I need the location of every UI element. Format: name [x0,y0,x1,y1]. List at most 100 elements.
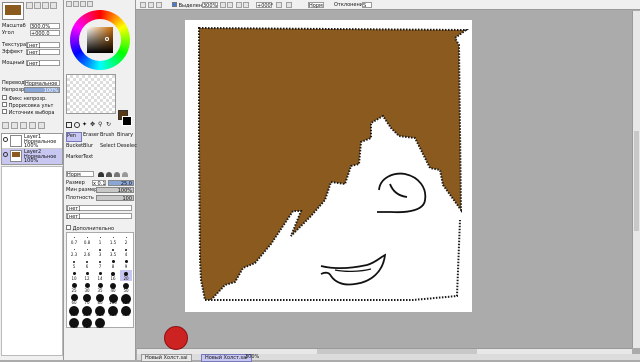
brush-size-option[interactable]: 25 [68,282,80,293]
flip-button[interactable] [286,2,292,8]
tool-eraser[interactable]: Eraser [83,132,99,142]
swatches-toggle[interactable] [87,1,93,7]
checkbox[interactable] [66,225,71,230]
document-tab-1[interactable]: Новый Холст.sai [141,354,192,362]
deselect-button[interactable] [156,2,162,8]
brush-size-option[interactable]: 160 [68,306,80,317]
blend-mode-select[interactable]: Норм [308,2,324,9]
rotate-icon[interactable]: ↻ [106,122,112,128]
select-rect-icon[interactable] [66,122,72,128]
nav-zoom-out-button[interactable] [34,2,41,9]
zoom-in-button[interactable] [227,2,233,8]
layer-row[interactable]: Layer1 Нормальное 100% [2,134,62,149]
stabilizer-select[interactable]: S [362,2,372,9]
brush-size-option[interactable]: 300 [107,306,119,317]
eye-icon[interactable] [3,137,8,142]
texture-select[interactable]: [нет] [26,42,60,49]
new-layer-button[interactable] [2,122,9,129]
width-select[interactable]: [нет] [26,60,60,67]
zoom-icon[interactable]: ⚲ [98,122,104,128]
layer-row[interactable]: Layer2 Нормальное 100% [2,149,62,164]
brush-size-option[interactable]: 70 [81,294,93,305]
hsv-toggle[interactable] [80,1,86,7]
brush-size-option[interactable]: 350 [120,306,132,317]
brush-size-option[interactable]: 8 [107,258,119,269]
brush-size-option[interactable]: 10 [68,270,80,281]
brush-size-option[interactable]: 1 [94,234,106,245]
lasso-icon[interactable] [74,122,80,128]
brush-size-option[interactable]: 3 [94,246,106,257]
navigator-thumbnail[interactable] [2,2,24,20]
brush-size-option[interactable]: 7 [94,258,106,269]
density-slider[interactable]: 100 [96,195,134,202]
tool-text[interactable]: Text [83,154,99,164]
brush-size-option[interactable]: 1.5 [107,234,119,245]
redo-button[interactable] [148,2,154,8]
check-selection-source[interactable]: Источник выбора [2,109,54,116]
brush-size-option[interactable]: 30 [81,282,93,293]
checkbox[interactable] [172,2,177,7]
brush-shape-select[interactable]: [нет] [66,205,132,212]
brush-texture-select[interactable]: [нет] [66,213,132,220]
checkbox[interactable] [2,109,7,114]
vertical-scroll-thumb[interactable] [634,131,639,231]
brush-size-option[interactable]: 35 [94,282,106,293]
brush-size-option[interactable]: 9 [120,258,132,269]
tool-blur[interactable]: Blur [83,143,99,153]
move-icon[interactable]: ✥ [90,122,96,128]
secondary-color-swatch[interactable] [122,116,132,126]
brush-size-option[interactable]: 16 [107,270,119,281]
magic-wand-icon[interactable]: ✦ [82,122,88,128]
brush-size-option[interactable]: 5 [68,258,80,269]
color-square[interactable] [87,27,113,53]
selection-toggle[interactable]: Выделено [172,2,205,9]
brush-size-option[interactable]: 2.3 [68,246,80,257]
tool-select[interactable]: Select [100,143,116,153]
brush-size-option[interactable]: 3.5 [107,246,119,257]
eye-icon[interactable] [3,152,8,157]
merge-layer-button[interactable] [29,122,36,129]
brush-size-option[interactable]: 14 [94,270,106,281]
size-multiplier[interactable]: x 0.1 [92,180,106,187]
effect-select[interactable]: [нет] [26,49,60,56]
blending-select[interactable]: Нормальное [24,80,60,87]
color-wheel[interactable] [70,10,130,70]
toolbar-zoom-select[interactable]: 300% [202,2,218,9]
brush-size-option[interactable]: 12 [81,270,93,281]
tool-pen[interactable]: Pen [66,132,82,142]
zoom-value[interactable]: 300.0% [30,23,60,30]
scratchpad[interactable] [66,74,116,114]
reset-rotation-button[interactable] [276,2,282,8]
tool-marker[interactable]: Marker [66,154,83,164]
tool-deselect[interactable]: Deselect [117,143,139,153]
vertical-scrollbar[interactable] [632,11,640,348]
checkbox[interactable] [2,102,7,107]
opacity-slider[interactable]: 100% [24,87,60,94]
tool-binary[interactable]: Binary [117,132,133,142]
brush-size-option[interactable]: 0.7 [68,234,80,245]
zoom-out-button[interactable] [220,2,226,8]
document-tab-2[interactable]: Новый Холст.sai [201,354,252,362]
nav-flip-button[interactable] [50,2,57,9]
brush-size-option[interactable]: 450 [81,318,93,329]
shape-round-soft[interactable] [106,172,112,177]
brush-size-option[interactable]: 6 [81,258,93,269]
new-folder-button[interactable] [11,122,18,129]
brush-size-option[interactable]: 50 [120,282,132,293]
brush-size-option[interactable]: 2 [120,234,132,245]
brush-size-option[interactable]: 40 [107,282,119,293]
brush-size-option[interactable]: 100 [107,294,119,305]
shape-round-hard[interactable] [98,172,104,177]
brush-size-option[interactable]: 250 [94,306,106,317]
angle-value[interactable]: +000.0 [30,30,60,37]
brush-size-option[interactable]: 80 [94,294,106,305]
rotate-left-button[interactable] [236,2,242,8]
brush-size-option[interactable]: 500 [94,318,106,329]
delete-layer-button[interactable] [38,122,45,129]
brush-size-option[interactable]: 0.8 [81,234,93,245]
color-wheel-toggle[interactable] [66,1,72,7]
nav-reset-button[interactable] [42,2,49,9]
brush-size-option[interactable]: 120 [120,294,132,305]
brush-size-option[interactable]: 4 [120,246,132,257]
tool-brush[interactable]: Brush [100,132,116,142]
